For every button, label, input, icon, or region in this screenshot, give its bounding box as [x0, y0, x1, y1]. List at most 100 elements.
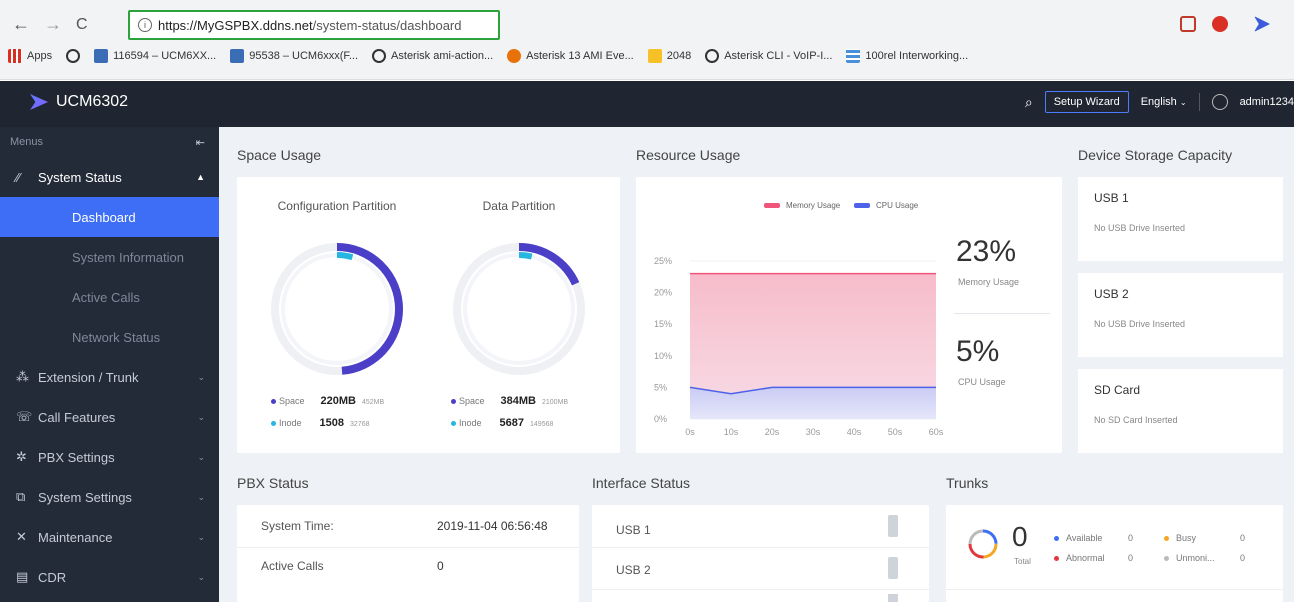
chevron-down-icon: ⌄ — [197, 571, 205, 582]
resource-divider — [954, 313, 1050, 314]
header-divider — [1198, 93, 1200, 111]
interface-status-card: USB 1 USB 2 — [592, 505, 929, 602]
bookmark-2048[interactable]: 2048 — [647, 49, 691, 63]
storage-name: USB 1 — [1094, 191, 1129, 205]
trunks-title: Trunks — [946, 475, 989, 491]
username[interactable]: admin1234 — [1240, 96, 1294, 108]
active-calls-label: Active Calls — [261, 559, 324, 573]
trunks-total-value: 0 — [1012, 521, 1028, 552]
config-partition-donut — [271, 243, 403, 375]
sidebar-item-pbx-settings[interactable]: ✲ PBX Settings ⌄ — [0, 437, 219, 477]
resource-usage-card: 25% 20% 15% 10% 5% 0% 0s 10s 20s 30s 40s 50s 60s Memo… — [636, 177, 1062, 453]
donut-track-inner — [281, 253, 393, 365]
trunk-legend-available: Available 0 — [1054, 533, 1133, 543]
chevron-up-icon: ▲ — [196, 172, 205, 182]
trunks-card: 0 Total Available 0 Busy 0 Abnormal 0 Un… — [946, 505, 1283, 602]
sidebar-item-call-features[interactable]: ☏ Call Features ⌄ — [0, 397, 219, 437]
reload-icon[interactable]: C — [76, 16, 88, 34]
globe-icon — [66, 49, 81, 63]
bookmark-apps[interactable]: Apps — [8, 49, 52, 63]
x-tick-label: 0s — [685, 427, 695, 437]
grandstream-extension-icon[interactable] — [1254, 16, 1270, 32]
globe-icon — [705, 49, 720, 63]
back-arrow-icon[interactable]: ← — [12, 14, 30, 35]
data-inode-legend: Inode 5687 149568 — [451, 417, 553, 429]
bookmark-globe[interactable] — [66, 49, 81, 63]
bookmark-95538[interactable]: 95538 – UCM6xxx(F... — [230, 49, 358, 63]
sidebar-item-extension-trunk[interactable]: ⁂ Extension / Trunk ⌄ — [0, 357, 219, 397]
usb-plug-icon — [888, 515, 898, 537]
collapse-menu-icon[interactable]: ⇤ — [196, 136, 205, 149]
data-partition-donut — [453, 243, 585, 375]
pbx-status-title: PBX Status — [237, 475, 309, 491]
address-bar[interactable]: i https://MyGSPBX.ddns.net/system-status… — [128, 10, 500, 40]
space-dot — [451, 399, 456, 404]
sidebar-sub-dashboard[interactable]: Dashboard — [0, 197, 219, 237]
interface-usb1-label: USB 1 — [616, 523, 651, 537]
storage-name: SD Card — [1094, 383, 1141, 397]
config-space-legend: Space 220MB 452MB — [271, 395, 384, 407]
bookmark-asterisk-cli[interactable]: Asterisk CLI - VoIP-I... — [705, 49, 832, 63]
bookmark-asterisk-13-ami[interactable]: Asterisk 13 AMI Eve... — [507, 49, 634, 63]
adblock-extension-icon[interactable] — [1212, 16, 1228, 32]
sidebar-header: Menus ⇤ — [0, 127, 219, 157]
bookmark-116594[interactable]: 116594 – UCM6XX... — [94, 49, 216, 63]
x-tick-label: 10s — [724, 427, 739, 437]
bookmark-asterisk-ami-action[interactable]: Asterisk ami-action... — [372, 49, 493, 63]
forward-arrow-icon[interactable]: → — [44, 14, 62, 35]
y-tick-label: 5% — [654, 382, 667, 392]
pdf-extension-icon[interactable] — [1180, 16, 1196, 32]
sidebar-item-cdr[interactable]: ▤ CDR ⌄ — [0, 557, 219, 597]
system-time-label: System Time: — [261, 519, 334, 533]
gear-icon: ✲ — [16, 449, 27, 464]
cpu-usage-label: CPU Usage — [958, 377, 1006, 387]
url-path: /system-status/dashboard — [312, 17, 462, 33]
sidebar-sub-network-status[interactable]: Network Status — [0, 317, 219, 357]
memory-usage-value: 23% — [956, 235, 1017, 268]
sidebar-item-maintenance[interactable]: ✕ Maintenance ⌄ — [0, 517, 219, 557]
row-divider — [237, 547, 579, 548]
pbx-status-card: System Time: 2019-11-04 06:56:48 Active … — [237, 505, 579, 602]
system-time-value: 2019-11-04 06:56:48 — [437, 519, 548, 533]
data-partition-title: Data Partition — [482, 199, 556, 213]
menus-label: Menus — [10, 136, 44, 148]
x-tick-label: 30s — [806, 427, 821, 437]
row-divider — [592, 589, 929, 590]
user-avatar-icon[interactable] — [1211, 94, 1228, 110]
cpu-usage-value: 5% — [956, 335, 1000, 368]
x-tick-label: 40s — [847, 427, 862, 437]
bookmark-100rel[interactable]: 100rel Interworking... — [846, 49, 968, 63]
extension-icon: ⁂ — [16, 369, 29, 384]
language-select[interactable]: English ⌄ — [1141, 96, 1187, 108]
chevron-down-icon: ⌄ — [197, 411, 205, 422]
setup-wizard-button[interactable]: Setup Wizard — [1044, 91, 1129, 113]
cdr-icon: ▤ — [16, 569, 29, 584]
chevron-down-icon: ⌄ — [197, 371, 205, 382]
device-storage-title: Device Storage Capacity — [1078, 147, 1233, 163]
space-dot — [271, 399, 276, 404]
app-logo[interactable]: UCM6302 — [30, 93, 128, 111]
data-space-legend: Space 384MB 2100MB — [451, 395, 568, 407]
x-tick-label: 60s — [929, 427, 944, 437]
tools-icon: ✕ — [16, 529, 27, 544]
legend-swatch — [764, 203, 780, 208]
legend-label: CPU Usage — [876, 201, 919, 210]
search-icon[interactable]: ⌕ — [1025, 94, 1033, 111]
resource-usage-chart: 25% 20% 15% 10% 5% 0% 0s 10s 20s 30s 40s 50s 60s Memo… — [654, 201, 944, 437]
usb-plug-icon — [888, 557, 898, 579]
sidebar-sub-system-information[interactable]: System Information — [0, 237, 219, 277]
site-info-icon[interactable]: i — [138, 18, 152, 32]
storage-name: USB 2 — [1094, 287, 1129, 301]
chevron-down-icon: ⌄ — [197, 491, 205, 502]
y-tick-label: 20% — [654, 288, 672, 298]
sidebar-item-system-status[interactable]: ⁄⁄ System Status ▲ — [0, 157, 219, 197]
y-tick-label: 10% — [654, 351, 672, 361]
app-name: UCM6302 — [56, 93, 129, 110]
sidebar-item-system-settings[interactable]: ⧉ System Settings ⌄ — [0, 477, 219, 517]
bookmarks-bar: Apps 116594 – UCM6XX... 95538 – UCM6xxx(… — [8, 49, 968, 63]
url-host: https://MyGSPBX.ddns.net — [158, 17, 313, 33]
sidebar-sub-active-calls[interactable]: Active Calls — [0, 277, 219, 317]
folder-icon — [647, 49, 662, 63]
storage-status: No SD Card Inserted — [1094, 415, 1178, 425]
chevron-down-icon: ⌄ — [197, 451, 205, 462]
